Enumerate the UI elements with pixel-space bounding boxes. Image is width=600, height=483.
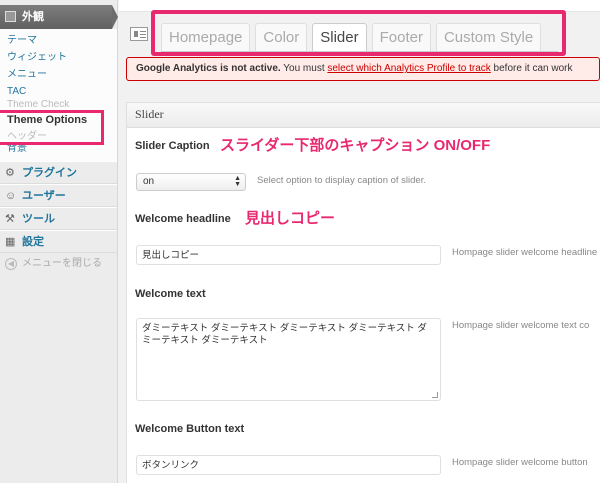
menu-users-label: ユーザー (22, 190, 66, 202)
welcome-headline-annotation: 見出しコピー (245, 210, 336, 227)
page-icon (130, 27, 148, 41)
notice-text-2: before it can work (490, 63, 573, 74)
welcome-button-input[interactable]: ボタンリンク (136, 455, 441, 475)
notice-bold: Google Analytics is not active. (136, 63, 281, 74)
menu-settings[interactable]: ▦ 設定 (0, 230, 117, 253)
submenu-tac[interactable]: TAC (0, 83, 117, 100)
resize-grip-icon[interactable] (432, 392, 438, 398)
welcome-headline-desc: Hompage slider welcome headline (452, 247, 598, 258)
main-content: Homepage Color Slider Footer Custom Styl… (119, 0, 600, 483)
tab-slider[interactable]: Slider (312, 23, 367, 52)
submenu-theme-options[interactable]: Theme Options (0, 111, 117, 130)
tab-baseline (161, 51, 558, 52)
admin-sidebar: 外観 テーマ ウィジェット メニュー TAC Theme Check Theme… (0, 0, 118, 483)
panel-title: Slider (127, 103, 600, 128)
menu-users[interactable]: ☺ ユーザー (0, 184, 117, 207)
submenu-widgets[interactable]: ウィジェット (0, 49, 117, 66)
submenu-theme-check[interactable]: Theme Check (0, 100, 117, 111)
submenu-header[interactable]: ヘッダー (0, 130, 117, 140)
select-arrows-icon: ▲ ▼ (234, 175, 241, 188)
options-tabs: Homepage Color Slider Footer Custom Styl… (161, 23, 542, 52)
tab-color[interactable]: Color (255, 23, 308, 52)
welcome-button-desc: Hompage slider welcome button (452, 457, 588, 468)
welcome-text-value: ダミーテキスト ダミーテキスト ダミーテキスト ダミーテキスト ダミーテキスト … (142, 323, 427, 346)
menu-plugins[interactable]: ⚙ プラグイン (0, 161, 117, 184)
slider-options-panel: Slider Slider Caption スライダー下部のキャプション ON/… (126, 102, 600, 483)
menu-settings-label: 設定 (22, 236, 44, 248)
welcome-headline-input[interactable]: 見出しコピー (136, 245, 441, 265)
slider-caption-label: Slider Caption (135, 140, 210, 152)
appearance-icon (5, 11, 16, 22)
tab-footer[interactable]: Footer (371, 23, 431, 52)
settings-icon: ▦ (5, 236, 16, 248)
welcome-button-label: Welcome Button text (135, 423, 245, 435)
submenu-themes[interactable]: テーマ (0, 32, 117, 49)
menu-tools-label: ツール (22, 213, 55, 225)
submenu-background[interactable]: 背景 (0, 140, 117, 157)
welcome-text-desc: Hompage slider welcome text co (452, 320, 590, 331)
slider-caption-select[interactable]: on ▲ ▼ (136, 173, 246, 191)
collapse-icon: ◀ (5, 258, 17, 270)
welcome-headline-label: Welcome headline (135, 213, 231, 225)
tab-homepage[interactable]: Homepage (161, 23, 251, 52)
analytics-notice: Google Analytics is not active. You must… (126, 57, 600, 81)
slider-caption-value: on (143, 176, 155, 187)
slider-caption-annotation: スライダー下部のキャプション ON/OFF (220, 137, 491, 154)
plugin-icon: ⚙ (5, 167, 15, 179)
users-icon: ☺ (5, 190, 17, 202)
notice-link[interactable]: select which Analytics Profile to track (327, 63, 490, 74)
collapse-menu-label: メニューを閉じる (22, 258, 102, 269)
tab-custom-style[interactable]: Custom Style (435, 23, 542, 52)
active-menu-arrow (112, 5, 118, 29)
menu-appearance[interactable]: 外観 (0, 5, 112, 29)
submenu-menus[interactable]: メニュー (0, 66, 117, 83)
notice-text-1: You must (280, 63, 328, 74)
appearance-submenu: テーマ ウィジェット メニュー TAC Theme Check Theme Op… (0, 29, 117, 270)
menu-plugins-label: プラグイン (22, 167, 77, 179)
tab-highlight-frame: Homepage Color Slider Footer Custom Styl… (151, 10, 566, 56)
collapse-menu[interactable]: ◀ メニューを閉じる (0, 253, 117, 275)
menu-tools[interactable]: ⚒ ツール (0, 207, 117, 230)
slider-caption-desc: Select option to display caption of slid… (257, 175, 426, 186)
tools-icon: ⚒ (5, 213, 15, 225)
menu-appearance-label: 外観 (22, 11, 44, 23)
welcome-text-textarea[interactable]: ダミーテキスト ダミーテキスト ダミーテキスト ダミーテキスト ダミーテキスト … (136, 318, 441, 401)
welcome-text-label: Welcome text (135, 288, 206, 300)
